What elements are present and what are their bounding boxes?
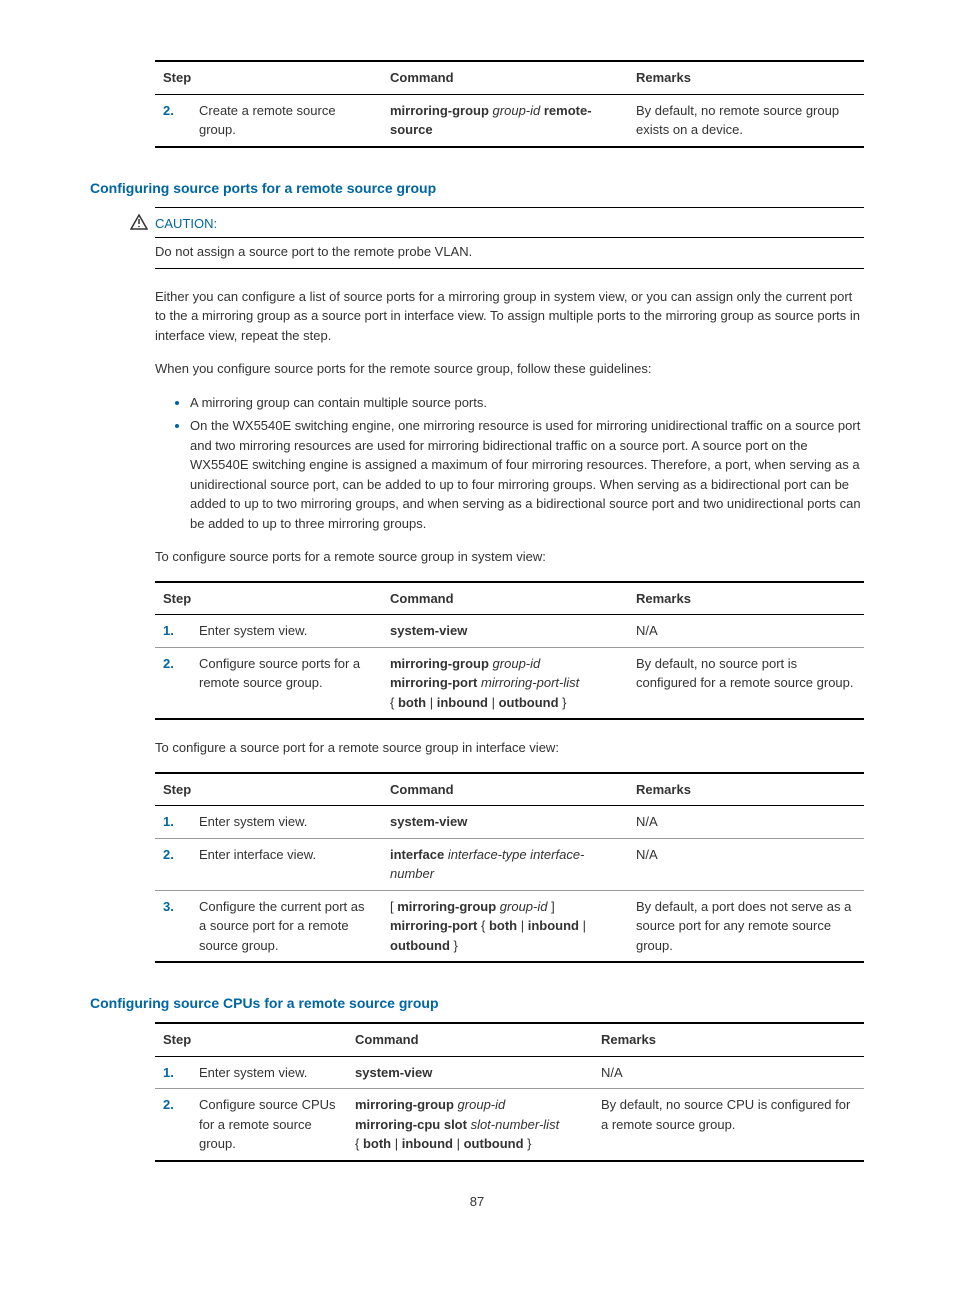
table-row: 3. Configure the current port as a sourc… <box>155 890 864 962</box>
th-step: Step <box>155 1023 347 1056</box>
table-row: 2. Create a remote source group. mirrori… <box>155 94 864 147</box>
heading-config-source-cpus: Configuring source CPUs for a remote sou… <box>90 993 864 1014</box>
paragraph: To configure a source port for a remote … <box>155 738 864 758</box>
table-row: 1. Enter system view. system-view N/A <box>155 806 864 839</box>
th-remarks: Remarks <box>628 61 864 94</box>
th-step: Step <box>155 582 382 615</box>
page-number: 87 <box>90 1192 864 1212</box>
th-step: Step <box>155 773 382 806</box>
table-row: 2. Configure source CPUs for a remote so… <box>155 1089 864 1161</box>
table-row: 2. Configure source ports for a remote s… <box>155 647 864 719</box>
th-command: Command <box>382 61 628 94</box>
heading-config-source-ports: Configuring source ports for a remote so… <box>90 178 864 199</box>
th-command: Command <box>382 582 628 615</box>
caution-text: Do not assign a source port to the remot… <box>155 238 864 262</box>
table-remote-source-group: Step Command Remarks 2. Create a remote … <box>155 60 864 148</box>
table-interface-view-source-port: Step Command Remarks 1. Enter system vie… <box>155 772 864 964</box>
th-step: Step <box>155 61 382 94</box>
th-command: Command <box>347 1023 593 1056</box>
caution-label: CAUTION: <box>155 214 864 234</box>
th-remarks: Remarks <box>593 1023 864 1056</box>
table-row: 1. Enter system view. system-view N/A <box>155 615 864 648</box>
bullet-list: A mirroring group can contain multiple s… <box>90 393 864 534</box>
paragraph: To configure source ports for a remote s… <box>155 547 864 567</box>
table-source-cpus: Step Command Remarks 1. Enter system vie… <box>155 1022 864 1162</box>
paragraph: Either you can configure a list of sourc… <box>155 287 864 346</box>
th-remarks: Remarks <box>628 582 864 615</box>
th-remarks: Remarks <box>628 773 864 806</box>
caution-block: CAUTION: Do not assign a source port to … <box>155 207 864 269</box>
table-row: 1. Enter system view. system-view N/A <box>155 1056 864 1089</box>
list-item: A mirroring group can contain multiple s… <box>190 393 864 413</box>
caution-icon <box>130 214 148 236</box>
list-item: On the WX5540E switching engine, one mir… <box>190 416 864 533</box>
table-row: 2. Enter interface view. interface inter… <box>155 838 864 890</box>
table-system-view-source-ports: Step Command Remarks 1. Enter system vie… <box>155 581 864 721</box>
th-command: Command <box>382 773 628 806</box>
paragraph: When you configure source ports for the … <box>155 359 864 379</box>
